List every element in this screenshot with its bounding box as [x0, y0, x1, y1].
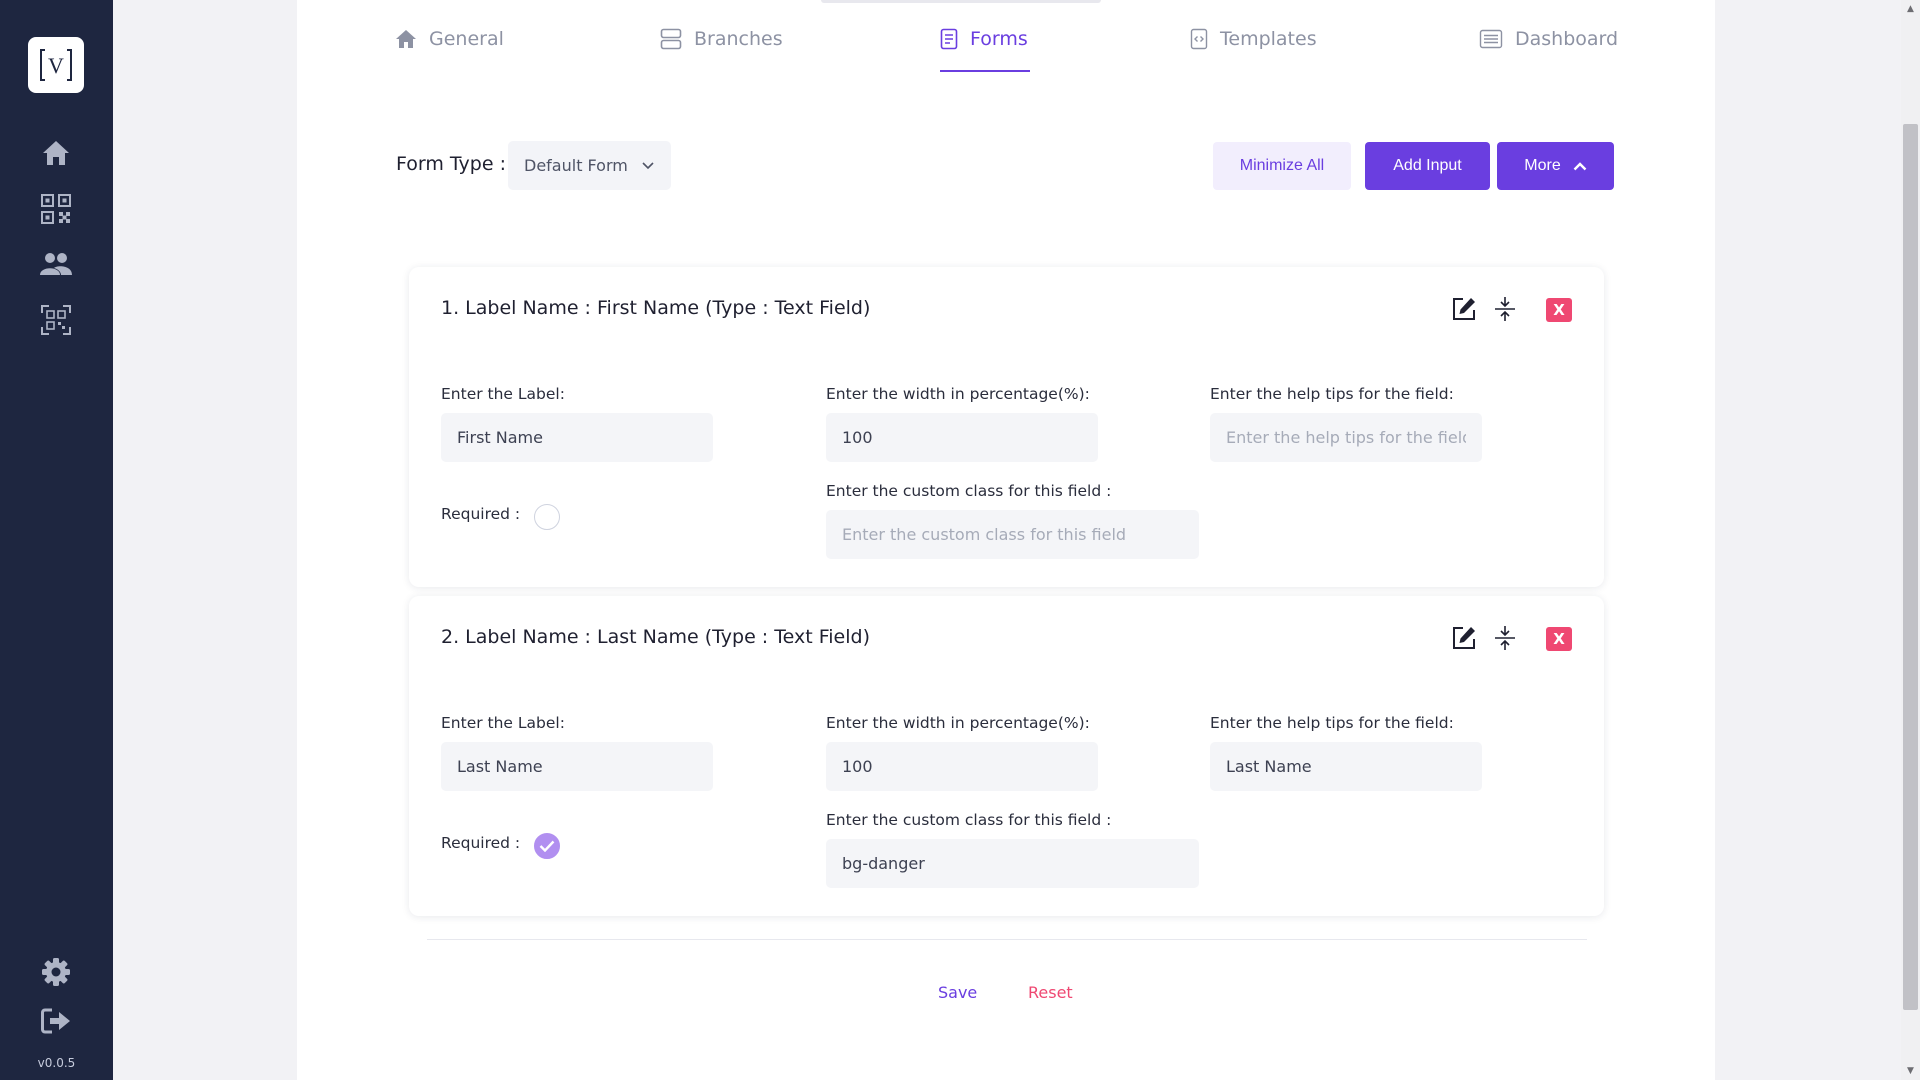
more-button-label: More — [1524, 157, 1561, 174]
list-icon — [1479, 29, 1503, 49]
sidebar-item-users[interactable] — [38, 246, 74, 282]
width-caption: Enter the width in percentage(%): — [826, 714, 1090, 732]
reset-button[interactable]: Reset — [1028, 983, 1073, 1002]
form-type-label: Form Type : — [396, 153, 506, 175]
sidebar-item-qr-codes[interactable] — [38, 191, 74, 227]
form-type-select[interactable]: Default Form — [508, 141, 671, 190]
settings-icon — [42, 958, 70, 986]
add-input-button[interactable]: Add Input — [1365, 142, 1490, 190]
sidebar: V v0.0.5 — [0, 0, 113, 1080]
collapse-icon — [1495, 297, 1515, 321]
logout-icon — [41, 1008, 70, 1034]
tab-branches[interactable]: Branches — [660, 22, 783, 56]
tab-general[interactable]: General — [395, 22, 504, 56]
scrollbar-thumb[interactable] — [1903, 124, 1918, 1010]
tab-forms-label: Forms — [970, 28, 1028, 50]
tab-notch — [821, 0, 1101, 3]
required-caption: Required : — [441, 505, 521, 523]
field-card-2: 2. Label Name : Last Name (Type : Text F… — [409, 596, 1604, 916]
chevron-down-icon — [642, 161, 654, 169]
help-tips-input[interactable] — [1210, 742, 1482, 791]
more-button[interactable]: More — [1497, 142, 1614, 190]
remove-field-button[interactable]: X — [1546, 298, 1572, 322]
custom-class-input[interactable] — [826, 839, 1199, 888]
required-caption: Required : — [441, 834, 521, 852]
label-input[interactable] — [441, 742, 713, 791]
scroll-down-arrow-icon[interactable]: ▼ — [1903, 1064, 1918, 1078]
home-icon — [396, 30, 416, 48]
qr-code-icon — [41, 194, 71, 224]
checkmark-icon — [539, 840, 555, 852]
custom-class-input[interactable] — [826, 510, 1199, 559]
tab-templates[interactable]: Templates — [1190, 22, 1317, 56]
field-card-title: 2. Label Name : Last Name (Type : Text F… — [441, 626, 870, 648]
logo-mark-icon: V — [40, 49, 72, 81]
custom-class-caption: Enter the custom class for this field : — [826, 482, 1112, 500]
document-icon — [940, 28, 958, 50]
tab-branches-label: Branches — [694, 28, 783, 50]
tab-dashboard-label: Dashboard — [1515, 28, 1619, 50]
label-caption: Enter the Label: — [441, 385, 565, 403]
width-input[interactable] — [826, 413, 1098, 462]
label-caption: Enter the Label: — [441, 714, 565, 732]
minimize-all-button[interactable]: Minimize All — [1213, 142, 1351, 190]
save-button[interactable]: Save — [938, 983, 977, 1002]
field-card-1: 1. Label Name : First Name (Type : Text … — [409, 267, 1604, 587]
main-panel: General Branches Forms Templates Dashboa… — [297, 0, 1715, 1080]
width-caption: Enter the width in percentage(%): — [826, 385, 1090, 403]
collapse-field-button[interactable] — [1491, 624, 1519, 652]
field-card-title: 1. Label Name : First Name (Type : Text … — [441, 297, 871, 319]
sidebar-item-logout[interactable] — [38, 1003, 74, 1039]
collapse-field-button[interactable] — [1491, 295, 1519, 323]
edit-icon — [1453, 627, 1475, 649]
required-checkbox[interactable] — [534, 504, 560, 530]
sidebar-item-qr-scan[interactable] — [38, 302, 74, 338]
custom-class-caption: Enter the custom class for this field : — [826, 811, 1112, 829]
help-tips-caption: Enter the help tips for the field: — [1210, 714, 1454, 732]
branches-icon — [660, 28, 682, 50]
svg-text:V: V — [48, 53, 64, 78]
label-input[interactable] — [441, 413, 713, 462]
active-tab-indicator — [940, 70, 1030, 72]
actions-divider — [427, 939, 1587, 940]
edit-field-button[interactable] — [1450, 295, 1478, 323]
users-icon — [40, 253, 72, 275]
app-version: v0.0.5 — [37, 1056, 76, 1070]
sidebar-item-home[interactable] — [38, 135, 74, 171]
app-logo[interactable]: V — [28, 37, 84, 93]
remove-field-button[interactable]: X — [1546, 627, 1572, 651]
tab-dashboard[interactable]: Dashboard — [1479, 22, 1618, 56]
required-checkbox[interactable] — [534, 833, 560, 859]
edit-icon — [1453, 298, 1475, 320]
chevron-up-icon — [1573, 161, 1587, 170]
sidebar-item-settings[interactable] — [38, 954, 74, 990]
edit-field-button[interactable] — [1450, 624, 1478, 652]
help-tips-input[interactable] — [1210, 413, 1482, 462]
tab-templates-label: Templates — [1220, 28, 1317, 50]
form-type-value: Default Form — [524, 156, 628, 175]
home-icon — [43, 141, 69, 165]
width-input[interactable] — [826, 742, 1098, 791]
help-tips-caption: Enter the help tips for the field: — [1210, 385, 1454, 403]
code-file-icon — [1190, 28, 1208, 50]
collapse-icon — [1495, 626, 1515, 650]
qr-scan-icon — [41, 305, 71, 335]
scroll-up-arrow-icon[interactable]: ▲ — [1903, 2, 1918, 16]
tab-forms[interactable]: Forms — [940, 22, 1028, 56]
tab-general-label: General — [429, 28, 504, 50]
